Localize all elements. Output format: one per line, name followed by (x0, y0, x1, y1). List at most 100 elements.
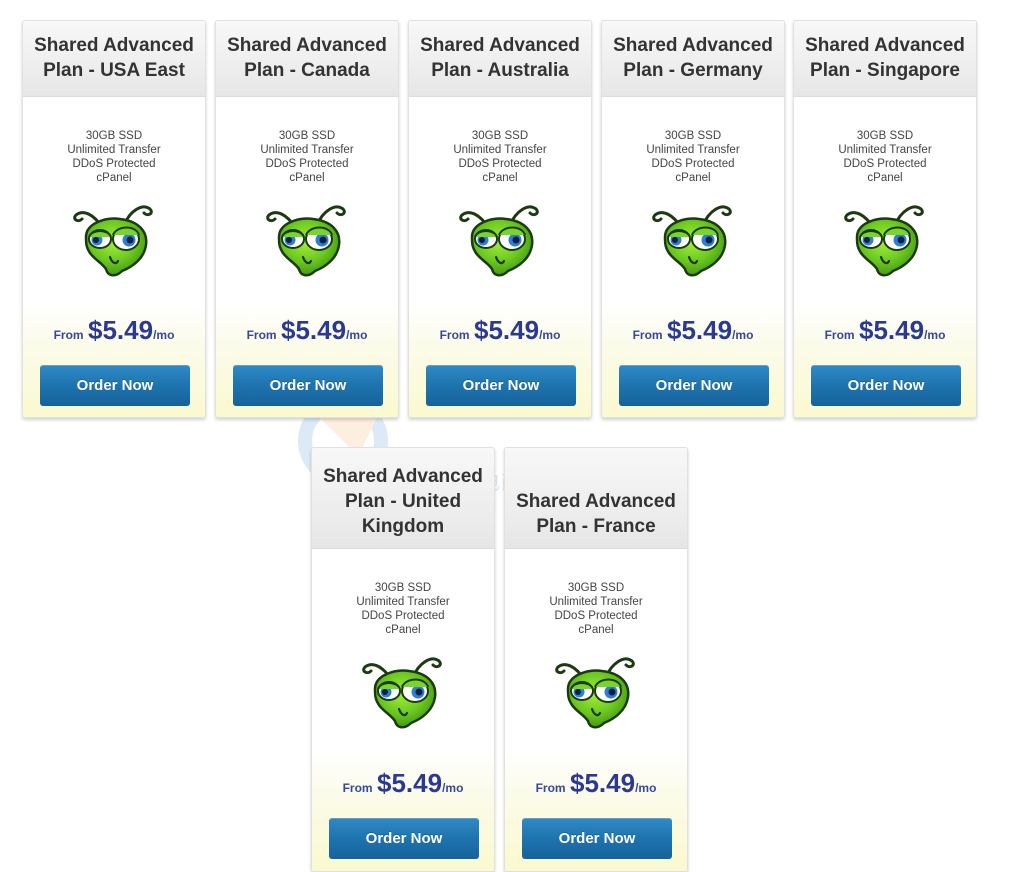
feature-item: 30GB SSD (856, 130, 914, 142)
plan-card-germany: Shared Advanced Plan - Germany 30GB SSD … (601, 20, 785, 418)
price-from-label: From (439, 328, 470, 342)
plan-title-line: Shared Advanced (34, 35, 194, 56)
feature-item: Unlimited Transfer (646, 144, 740, 156)
plan-card-united-kingdom: Shared Advanced Plan - United Kingdom 30… (311, 447, 495, 872)
price-line: From $5.49/mo (505, 768, 687, 799)
feature-item: DDoS Protected (843, 158, 927, 170)
order-now-button[interactable]: Order Now (329, 818, 479, 859)
price-from-label: From (824, 328, 855, 342)
plan-title-line: Plan - Canada (244, 60, 370, 81)
feature-item: 30GB SSD (374, 582, 432, 594)
feature-item: Unlimited Transfer (260, 144, 354, 156)
order-now-button[interactable]: Order Now (811, 365, 961, 406)
feature-item: Unlimited Transfer (549, 596, 643, 608)
feature-list: 30GB SSD Unlimited Transfer DDoS Protect… (602, 129, 784, 185)
price-amount: $5.49 (281, 315, 347, 345)
price-from-label: From (53, 328, 84, 342)
feature-item: DDoS Protected (361, 610, 445, 622)
plan-card-australia: Shared Advanced Plan - Australia 30GB SS… (408, 20, 592, 418)
feature-item: 30GB SSD (567, 582, 625, 594)
feature-item: cPanel (289, 172, 325, 184)
order-now-button[interactable]: Order Now (619, 365, 769, 406)
feature-list: 30GB SSD Unlimited Transfer DDoS Protect… (794, 129, 976, 185)
price-from-label: From (535, 781, 566, 795)
plan-title-line: Plan - France (536, 516, 656, 537)
plan-title-line: Shared Advanced (420, 35, 580, 56)
feature-list: 30GB SSD Unlimited Transfer DDoS Protect… (505, 581, 687, 637)
plan-title: Shared Advanced Plan - France (505, 448, 687, 549)
green-bug-mascot-icon (361, 653, 445, 731)
green-bug-mascot-icon (651, 201, 735, 279)
feature-item: cPanel (867, 172, 903, 184)
plan-title-line: Shared Advanced (516, 491, 676, 512)
order-now-button[interactable]: Order Now (40, 365, 190, 406)
price-line: From $5.49/mo (216, 315, 398, 346)
feature-item: cPanel (578, 624, 614, 636)
feature-item: cPanel (675, 172, 711, 184)
plan-title: Shared Advanced Plan - Germany (602, 21, 784, 97)
price-period: /mo (924, 328, 946, 342)
plan-title-line: Shared Advanced (805, 35, 965, 56)
plan-title: Shared Advanced Plan - Singapore (794, 21, 976, 97)
green-bug-mascot-icon (554, 653, 638, 731)
plan-card-canada: Shared Advanced Plan - Canada 30GB SSD U… (215, 20, 399, 418)
feature-item: cPanel (385, 624, 421, 636)
feature-item: Unlimited Transfer (356, 596, 450, 608)
plan-title-line: Plan - United (344, 491, 462, 512)
order-now-button[interactable]: Order Now (233, 365, 383, 406)
green-bug-mascot-icon (458, 201, 542, 279)
feature-item: 30GB SSD (85, 130, 143, 142)
price-period: /mo (539, 328, 561, 342)
plan-title-line: Shared Advanced (323, 466, 483, 487)
feature-list: 30GB SSD Unlimited Transfer DDoS Protect… (409, 129, 591, 185)
green-bug-mascot-icon (265, 201, 349, 279)
price-period: /mo (635, 781, 657, 795)
price-amount: $5.49 (88, 315, 154, 345)
price-line: From $5.49/mo (602, 315, 784, 346)
price-from-label: From (342, 781, 373, 795)
feature-item: Unlimited Transfer (453, 144, 547, 156)
green-bug-mascot-icon (843, 201, 927, 279)
plan-title-line: Kingdom (361, 516, 445, 537)
plan-title: Shared Advanced Plan - USA East (23, 21, 205, 97)
plan-card-france: Shared Advanced Plan - France 30GB SSD U… (504, 447, 688, 872)
order-now-button[interactable]: Order Now (522, 818, 672, 859)
plan-title-line: Plan - Singapore (810, 60, 960, 81)
price-from-label: From (632, 328, 663, 342)
plan-title: Shared Advanced Plan - Canada (216, 21, 398, 97)
feature-item: 30GB SSD (471, 130, 529, 142)
feature-list: 30GB SSD Unlimited Transfer DDoS Protect… (23, 129, 205, 185)
plan-title-line: Plan - Australia (431, 60, 569, 81)
feature-item: 30GB SSD (664, 130, 722, 142)
price-amount: $5.49 (667, 315, 733, 345)
feature-item: DDoS Protected (265, 158, 349, 170)
price-period: /mo (732, 328, 754, 342)
price-amount: $5.49 (859, 315, 925, 345)
plan-title-line: Plan - USA East (43, 60, 185, 81)
feature-list: 30GB SSD Unlimited Transfer DDoS Protect… (312, 581, 494, 637)
price-period: /mo (346, 328, 368, 342)
price-line: From $5.49/mo (312, 768, 494, 799)
price-amount: $5.49 (570, 768, 636, 798)
plan-card-singapore: Shared Advanced Plan - Singapore 30GB SS… (793, 20, 977, 418)
plan-title-line: Plan - Germany (623, 60, 763, 81)
price-line: From $5.49/mo (409, 315, 591, 346)
feature-item: Unlimited Transfer (67, 144, 161, 156)
plan-title: Shared Advanced Plan - Australia (409, 21, 591, 97)
feature-item: cPanel (96, 172, 132, 184)
price-line: From $5.49/mo (23, 315, 205, 346)
order-now-button[interactable]: Order Now (426, 365, 576, 406)
feature-item: DDoS Protected (554, 610, 638, 622)
feature-item: Unlimited Transfer (838, 144, 932, 156)
feature-item: DDoS Protected (72, 158, 156, 170)
feature-item: DDoS Protected (651, 158, 735, 170)
plan-card-usa-east: Shared Advanced Plan - USA East 30GB SSD… (22, 20, 206, 418)
price-period: /mo (153, 328, 175, 342)
plan-title-line: Shared Advanced (613, 35, 773, 56)
plan-title: Shared Advanced Plan - United Kingdom (312, 448, 494, 549)
price-line: From $5.49/mo (794, 315, 976, 346)
plan-title-line: Shared Advanced (227, 35, 387, 56)
feature-item: DDoS Protected (458, 158, 542, 170)
price-amount: $5.49 (377, 768, 443, 798)
green-bug-mascot-icon (72, 201, 156, 279)
